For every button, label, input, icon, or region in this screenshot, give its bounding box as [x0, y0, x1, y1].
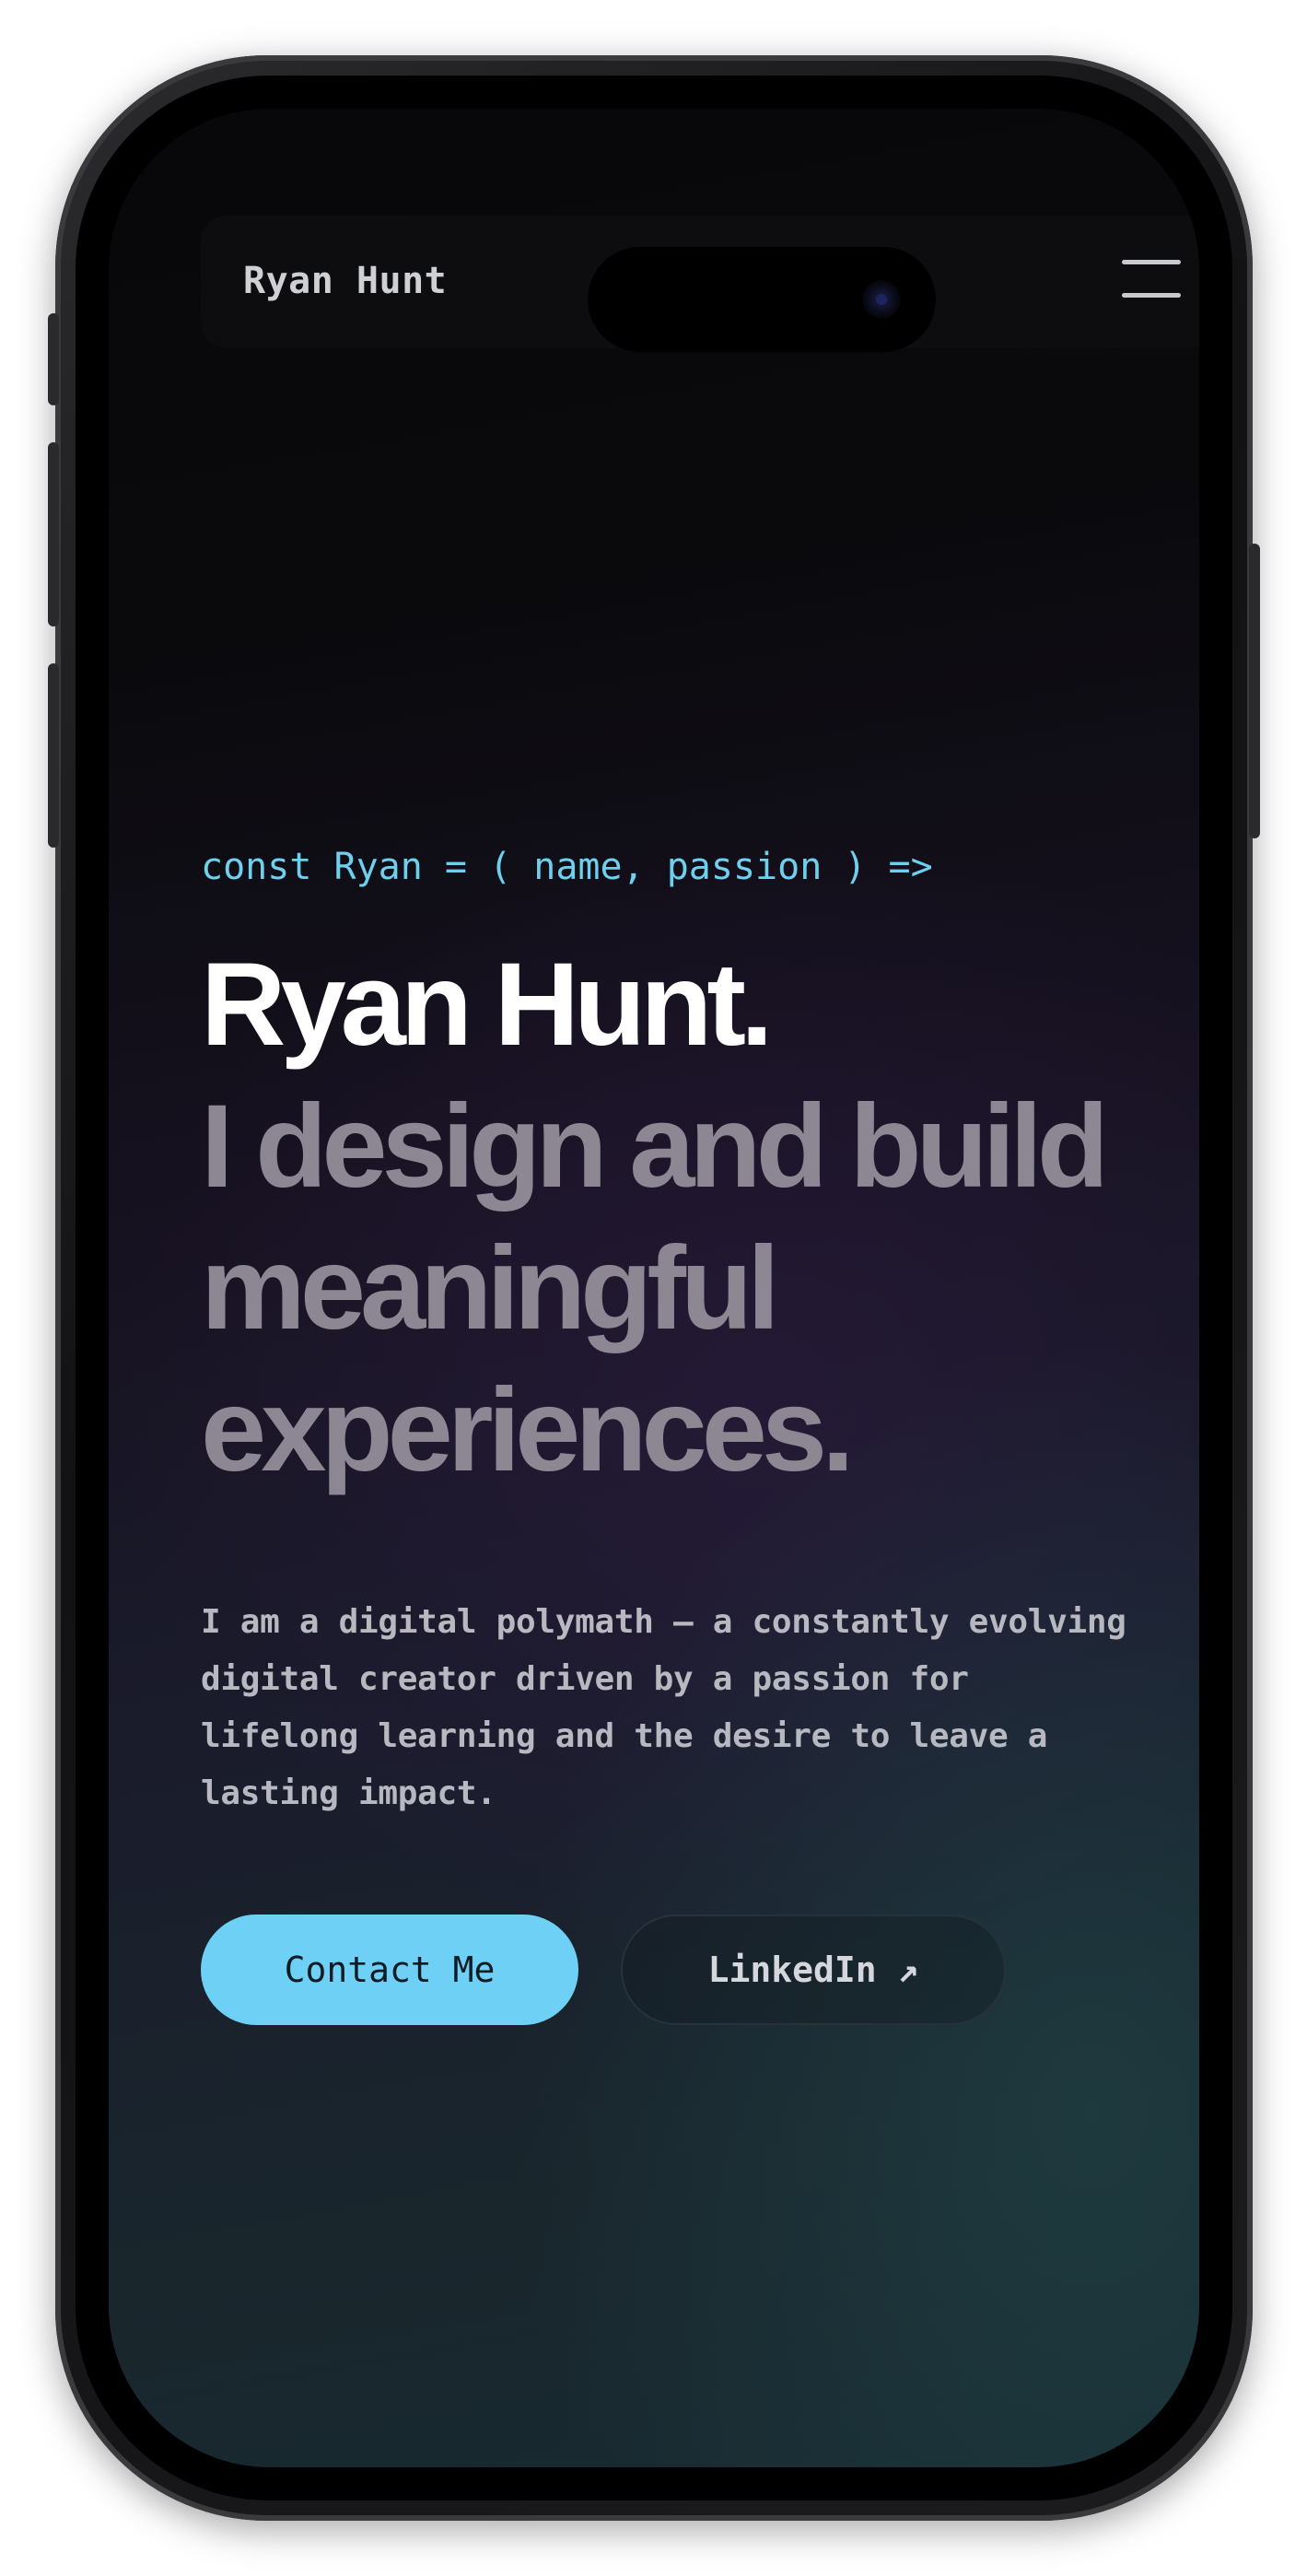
volume-up-button — [48, 442, 59, 626]
phone-frame: Ryan Hunt const Ryan = ( name, passion )… — [48, 55, 1260, 2521]
contact-me-button[interactable]: Contact Me — [201, 1914, 578, 2025]
intro-line: lifelong learning and the desire to leav… — [201, 1717, 1048, 1755]
hero-section: const Ryan = ( name, passion ) => Ryan H… — [201, 846, 1199, 2025]
intro-line: digital creator driven by a passion for — [201, 1660, 969, 1698]
intro-paragraph: I am a digital polymath — a constantly e… — [201, 1594, 1199, 1822]
front-camera-icon — [862, 280, 901, 319]
hero-tagline-line-1: I design and build — [201, 1081, 1109, 1212]
brand-name[interactable]: Ryan Hunt — [243, 260, 447, 302]
code-snippet: const Ryan = ( name, passion ) => — [201, 846, 933, 888]
hero-name: Ryan Hunt. — [201, 939, 774, 1071]
linkedin-button[interactable]: LinkedIn ↗ — [621, 1914, 1006, 2025]
dynamic-island — [588, 247, 936, 352]
intro-line: I am a digital polymath — a constantly e… — [201, 1603, 1126, 1641]
action-button — [48, 313, 59, 405]
hero-tagline-line-2: meaningful — [201, 1223, 780, 1354]
hero-tagline-line-3: experiences. — [201, 1364, 855, 1496]
hamburger-menu-icon[interactable] — [1122, 260, 1181, 299]
intro-line: lasting impact. — [201, 1774, 496, 1812]
volume-down-button — [48, 663, 59, 848]
hero-headline: Ryan Hunt. I design and build meaningful… — [201, 934, 1199, 1502]
power-button — [1249, 544, 1260, 838]
screen: Ryan Hunt const Ryan = ( name, passion )… — [109, 109, 1199, 2467]
cta-buttons: Contact Me LinkedIn ↗ — [201, 1914, 1199, 2025]
